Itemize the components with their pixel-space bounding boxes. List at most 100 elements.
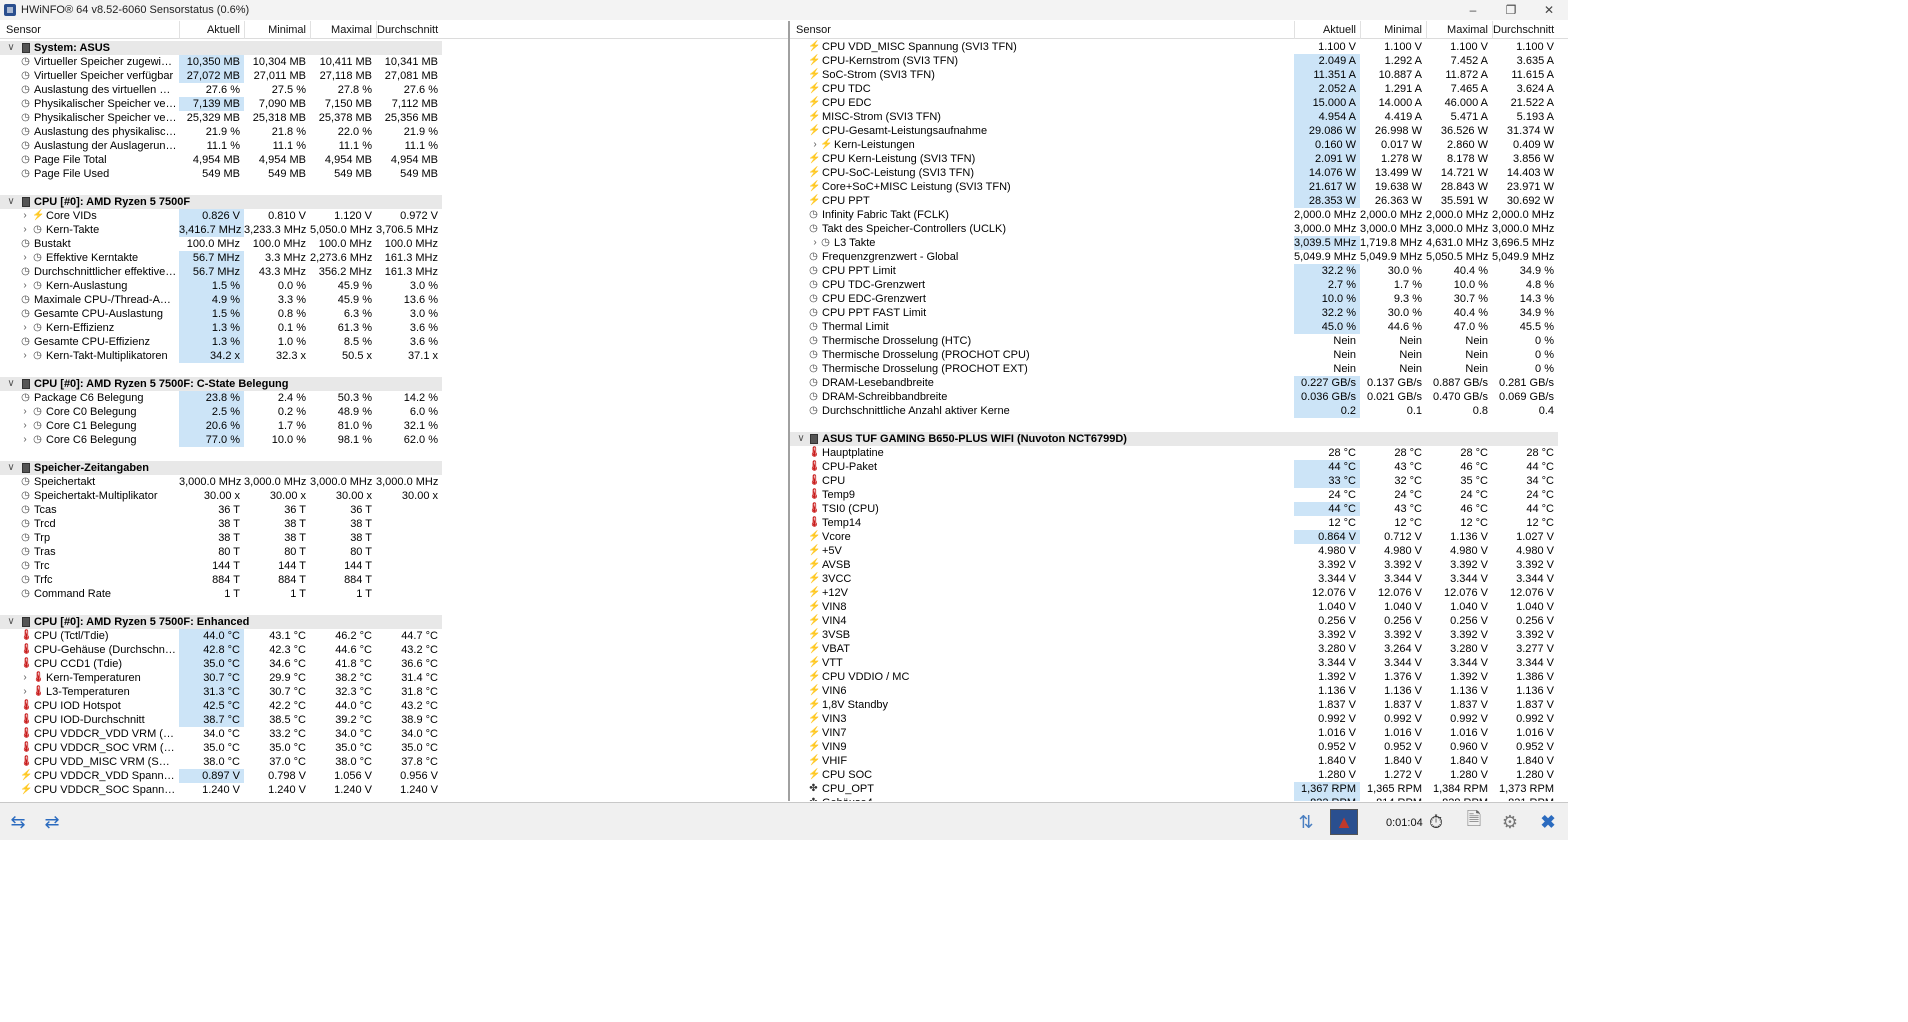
- sensor-row[interactable]: ⚡ CPU VDDIO / MC 1.392 V 1.376 V 1.392 V 1.38…: [790, 670, 1568, 684]
- sensor-row[interactable]: 🌡 CPU IOD Hotspot 42.5 °C 42.2 °C 44.0 °C 43.…: [0, 699, 788, 713]
- sensor-row[interactable]: ◷ CPU TDC-Grenzwert 2.7 % 1.7 % 10.0 % 4.8 %: [790, 278, 1568, 292]
- column-header-aktuell[interactable]: Aktuell: [1294, 21, 1360, 39]
- sensor-row[interactable]: ⚡CPU VDDCR_SOC Spannung (SVI... 1.240 V 1.…: [0, 783, 788, 797]
- column-header-sensor[interactable]: Sensor: [6, 24, 41, 36]
- sensor-row[interactable]: › ◷ Kern-Takt-Multiplikatoren 34.2 x 32.3 x 5…: [0, 349, 788, 363]
- sensor-row[interactable]: ⚡ VBAT 3.280 V 3.264 V 3.280 V 3.277 V: [790, 642, 1568, 656]
- expand-icon[interactable]: ›: [20, 223, 30, 237]
- sensor-row[interactable]: ◷ Durchschnittlicher effektiver Takt 56.7 …: [0, 265, 788, 279]
- sensor-row[interactable]: 🌡CPU VDDCR_VDD VRM (SVI3 TFN) 34.0 °C 33.2…: [0, 727, 788, 741]
- sensor-row[interactable]: ◷ CPU EDC-Grenzwert 10.0 % 9.3 % 30.7 % 14.3 …: [790, 292, 1568, 306]
- sensor-row[interactable]: ◷ Takt des Speicher-Controllers (UCLK) 3,0…: [790, 222, 1568, 236]
- sensor-row[interactable]: ⚡ 3VSB 3.392 V 3.392 V 3.392 V 3.392 V: [790, 628, 1568, 642]
- sensor-row[interactable]: 🌡 TSI0 (CPU) 44 °C 43 °C 46 °C 44 °C: [790, 502, 1568, 516]
- sensor-row[interactable]: 🌡 CPU-Gehäuse (Durchschnitt) 42.8 °C 42.3 °…: [0, 643, 788, 657]
- minimize-icon[interactable]: –: [1454, 0, 1492, 20]
- expand-left-icon[interactable]: ⇆: [4, 809, 32, 835]
- sensor-row[interactable]: ◷ Bustakt 100.0 MHz 100.0 MHz 100.0 MHz 100.0…: [0, 237, 788, 251]
- column-header-maximal[interactable]: Maximal: [1426, 21, 1492, 39]
- sensor-row[interactable]: › ◷ Core C0 Belegung 2.5 % 0.2 % 48.9 % 6.0 %: [0, 405, 788, 419]
- logging-icon[interactable]: ▲: [1330, 809, 1358, 835]
- collapse-icon[interactable]: ∨: [6, 377, 16, 391]
- expand-icon[interactable]: ›: [810, 236, 820, 250]
- sensor-row[interactable]: ◷ Tras 80 T 80 T 80 T: [0, 545, 788, 559]
- expand-icon[interactable]: ›: [20, 405, 30, 419]
- sensor-row[interactable]: 🌡CPU VDD_MISC VRM (SVI3 TFN) 38.0 °C 37.0 …: [0, 755, 788, 769]
- sensor-row[interactable]: ⚡ CPU PPT 28.353 W 26.363 W 35.591 W 30.692 W: [790, 194, 1568, 208]
- sensor-row[interactable]: › ◷ Core C6 Belegung 77.0 % 10.0 % 98.1 % 62.0…: [0, 433, 788, 447]
- expand-icon[interactable]: ›: [20, 209, 30, 223]
- expand-icon[interactable]: ›: [20, 685, 30, 699]
- sensor-group[interactable]: ∨ System: ASUS: [0, 41, 788, 55]
- sensor-row[interactable]: ◷ CPU PPT Limit 32.2 % 30.0 % 40.4 % 34.9 %: [790, 264, 1568, 278]
- collapse-icon[interactable]: ∨: [6, 615, 16, 629]
- sensor-row[interactable]: ◷ Auslastung des virtuellen Speichers 27.6…: [0, 83, 788, 97]
- sensor-row[interactable]: ⚡ CPU-Kernstrom (SVI3 TFN) 2.049 A 1.292 A 7…: [790, 54, 1568, 68]
- network-icon[interactable]: ⇅: [1292, 809, 1320, 835]
- sensor-row[interactable]: ⚡ CPU EDC 15.000 A 14.000 A 46.000 A 21.522 A: [790, 96, 1568, 110]
- sensor-row[interactable]: ⚡ Vcore 0.864 V 0.712 V 1.136 V 1.027 V: [790, 530, 1568, 544]
- sensor-row[interactable]: ⚡ MISC-Strom (SVI3 TFN) 4.954 A 4.419 A 5.47…: [790, 110, 1568, 124]
- sensor-row[interactable]: ⚡ 3VCC 3.344 V 3.344 V 3.344 V 3.344 V: [790, 572, 1568, 586]
- close-icon[interactable]: ✕: [1530, 0, 1568, 20]
- sensor-row[interactable]: ◷ Command Rate 1 T 1 T 1 T: [0, 587, 788, 601]
- expand-icon[interactable]: ›: [20, 349, 30, 363]
- sensor-row[interactable]: ◷ Virtueller Speicher verfügbar 27,072 MB 2…: [0, 69, 788, 83]
- sensor-group[interactable]: ∨ CPU [#0]: AMD Ryzen 5 7500F: [0, 195, 788, 209]
- column-header-minimal[interactable]: Minimal: [244, 21, 310, 39]
- sensor-row[interactable]: ⚡ VIN3 0.992 V 0.992 V 0.992 V 0.992 V: [790, 712, 1568, 726]
- sensor-row[interactable]: ⚡ VIN6 1.136 V 1.136 V 1.136 V 1.136 V: [790, 684, 1568, 698]
- sensor-row[interactable]: ⚡ CPU VDD_MISC Spannung (SVI3 TFN) 1.100 V…: [790, 40, 1568, 54]
- sensor-row[interactable]: ◷ Page File Used 549 MB 549 MB 549 MB 549 MB: [0, 167, 788, 181]
- column-header-durchschnitt[interactable]: Durchschnitt: [376, 21, 442, 39]
- sensor-row[interactable]: ◷ Auslastung der Auslagerungsdatei 11.1 % 1…: [0, 139, 788, 153]
- sensor-row[interactable]: 🌡 Temp14 12 °C 12 °C 12 °C 12 °C: [790, 516, 1568, 530]
- sensor-row[interactable]: ◷ Page File Total 4,954 MB 4,954 MB 4,954 MB…: [0, 153, 788, 167]
- sensor-group[interactable]: ∨ CPU [#0]: AMD Ryzen 5 7500F: C-State Be…: [0, 377, 788, 391]
- sensor-row[interactable]: ◷ Thermische Drosselung (PROCHOT EXT) Nein…: [790, 362, 1568, 376]
- sensor-row[interactable]: 🌡CPU VDDCR_SOC VRM (SVI3 TFN) 35.0 °C 35.0…: [0, 741, 788, 755]
- column-header-durchschnitt[interactable]: Durchschnitt: [1492, 21, 1558, 39]
- sensor-row[interactable]: 🌡 CPU 33 °C 32 °C 35 °C 34 °C: [790, 474, 1568, 488]
- expand-right-icon[interactable]: ⇄: [38, 809, 66, 835]
- sensor-row[interactable]: ◷ Thermal Limit 45.0 % 44.6 % 47.0 % 45.5 %: [790, 320, 1568, 334]
- sensor-row[interactable]: ✤Gehäuse4822 RPM814 RPM828 RPM821 RPM: [790, 796, 1568, 801]
- sensor-row[interactable]: 🌡 Hauptplatine 28 °C 28 °C 28 °C 28 °C: [790, 446, 1568, 460]
- sensor-row[interactable]: ⚡ CPU Kern-Leistung (SVI3 TFN) 2.091 W 1.27…: [790, 152, 1568, 166]
- sensor-row[interactable]: ◷ Trp 38 T 38 T 38 T: [0, 531, 788, 545]
- stopwatch-icon[interactable]: ⏱: [1422, 809, 1450, 835]
- sensor-row[interactable]: › ◷ L3 Takte 3,039.5 MHz 1,719.8 MHz 4,631.0 …: [790, 236, 1568, 250]
- sensor-table-right[interactable]: Sensor Aktuell Minimal Maximal Durchschnitt ⚡…: [790, 21, 1568, 801]
- collapse-icon[interactable]: ∨: [6, 461, 16, 475]
- sensor-row[interactable]: ◷ Trcd 38 T 38 T 38 T: [0, 517, 788, 531]
- sensor-row[interactable]: ◷ Thermische Drosselung (PROCHOT CPU) Nein…: [790, 348, 1568, 362]
- close-sensors-icon[interactable]: ✖: [1534, 809, 1562, 835]
- sensor-row[interactable]: ⚡ SoC-Strom (SVI3 TFN) 11.351 A 10.887 A 11.…: [790, 68, 1568, 82]
- sensor-row[interactable]: ◷ Durchschnittliche Anzahl aktiver Kerne 0…: [790, 404, 1568, 418]
- sensor-row[interactable]: ◷ Physikalischer Speicher verfügbar 25,329…: [0, 111, 788, 125]
- sensor-row[interactable]: ◷ Infinity Fabric Takt (FCLK) 2,000.0 MHz 2…: [790, 208, 1568, 222]
- sensor-row[interactable]: ⚡ VIN8 1.040 V 1.040 V 1.040 V 1.040 V: [790, 600, 1568, 614]
- sensor-row[interactable]: ⚡ CPU-Gesamt-Leistungsaufnahme 29.086 W 26.…: [790, 124, 1568, 138]
- sensor-row[interactable]: 🌡 CPU CCD1 (Tdie) 35.0 °C 34.6 °C 41.8 °C 36.…: [0, 657, 788, 671]
- collapse-icon[interactable]: ∨: [6, 195, 16, 209]
- sensor-row[interactable]: 🌡 CPU (Tctl/Tdie) 44.0 °C 43.1 °C 46.2 °C 44.…: [0, 629, 788, 643]
- sensor-row[interactable]: ✤ CPU_OPT 1,367 RPM 1,365 RPM 1,384 RPM 1,373…: [790, 782, 1568, 796]
- sensor-group[interactable]: ∨ Speicher-Zeitangaben: [0, 461, 788, 475]
- sensor-row[interactable]: ◷ Trc 144 T 144 T 144 T: [0, 559, 788, 573]
- sensor-row[interactable]: › ◷ Kern-Effizienz 1.3 % 0.1 % 61.3 % 3.6 %: [0, 321, 788, 335]
- sensor-row[interactable]: ⚡ VIN4 0.256 V 0.256 V 0.256 V 0.256 V: [790, 614, 1568, 628]
- sensor-row[interactable]: 🌡 Temp9 24 °C 24 °C 24 °C 24 °C: [790, 488, 1568, 502]
- settings-gear-icon[interactable]: ⚙: [1496, 809, 1524, 835]
- sensor-row[interactable]: ◷ Maximale CPU-/Thread-Auslastung4.9 % 3.3…: [0, 293, 788, 307]
- expand-icon[interactable]: ›: [810, 138, 820, 152]
- sensor-row[interactable]: ⚡ VIN9 0.952 V 0.952 V 0.960 V 0.952 V: [790, 740, 1568, 754]
- sensor-row[interactable]: ⚡ VIN7 1.016 V 1.016 V 1.016 V 1.016 V: [790, 726, 1568, 740]
- sensor-row[interactable]: ⚡ VTT 3.344 V 3.344 V 3.344 V 3.344 V: [790, 656, 1568, 670]
- sensor-row[interactable]: ⚡ CPU-SoC-Leistung (SVI3 TFN) 14.076 W 13.4…: [790, 166, 1568, 180]
- sensor-row[interactable]: ⚡ VHIF 1.840 V 1.840 V 1.840 V 1.840 V: [790, 754, 1568, 768]
- sensor-row[interactable]: › ◷ Effektive Kerntakte 56.7 MHz 3.3 MHz 2,27…: [0, 251, 788, 265]
- sensor-row[interactable]: › 🌡 L3-Temperaturen 31.3 °C 30.7 °C 32.3 °C 31…: [0, 685, 788, 699]
- sensor-row[interactable]: › ⚡ Core VIDs 0.826 V 0.810 V 1.120 V 0.972 V: [0, 209, 788, 223]
- collapse-icon[interactable]: ∨: [796, 432, 806, 446]
